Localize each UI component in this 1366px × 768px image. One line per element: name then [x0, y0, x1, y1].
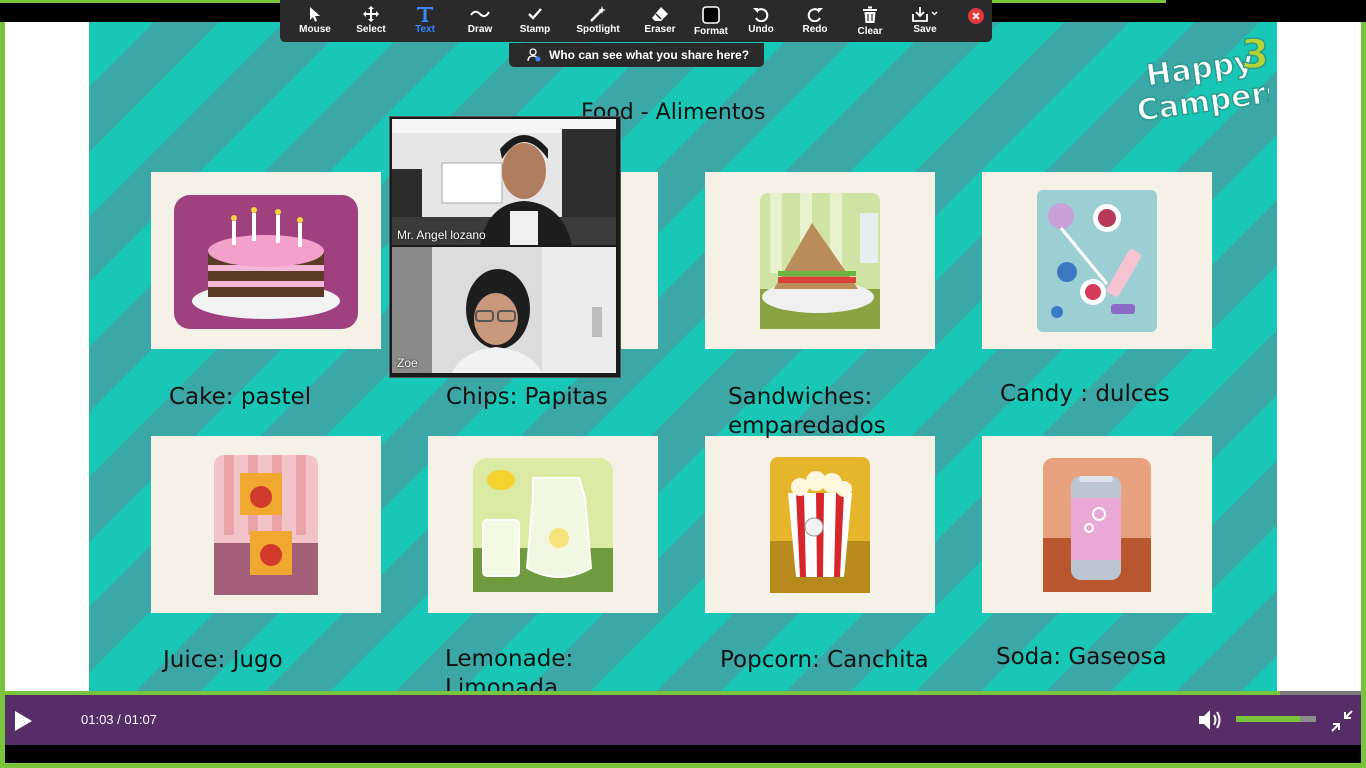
- tool-save[interactable]: Save: [904, 0, 946, 42]
- squiggle-draw-icon: [470, 10, 490, 18]
- cake-picture: [174, 194, 358, 329]
- close-annotation-button[interactable]: [968, 8, 984, 24]
- participant-name-teacher: Mr. Angel lozano: [397, 228, 486, 242]
- tool-redo-label: Redo: [802, 24, 828, 35]
- close-icon: [972, 12, 980, 20]
- tool-format-label: Format: [694, 26, 728, 37]
- tool-draw[interactable]: Draw: [458, 0, 502, 42]
- download-save-icon: [912, 7, 938, 22]
- food-card-cake: [151, 172, 381, 349]
- tool-mouse-label: Mouse: [299, 24, 331, 35]
- bottom-letterbox: [5, 745, 1361, 763]
- time-display: 01:03 / 01:07: [81, 712, 157, 727]
- exit-fullscreen-icon: [1331, 710, 1353, 732]
- food-label-cake: Cake: pastel: [169, 384, 312, 410]
- checkmark-stamp-icon: [528, 8, 542, 20]
- participant-video-student[interactable]: Zoe: [392, 247, 616, 373]
- magic-wand-icon: [590, 6, 606, 22]
- food-card-candy: [982, 172, 1212, 349]
- share-visibility-banner[interactable]: Who can see what you share here?: [509, 43, 764, 67]
- video-player-controls: 01:03 / 01:07: [5, 695, 1361, 745]
- tool-select-label: Select: [356, 24, 386, 35]
- tool-clear[interactable]: Clear: [848, 0, 892, 42]
- food-label-sandwiches: Sandwiches: emparedados: [728, 384, 886, 439]
- food-label-lemonade: Lemonade: Limonada: [445, 646, 574, 691]
- participant-video-panel[interactable]: Mr. Angel lozano Zoe: [389, 116, 621, 378]
- tool-stamp[interactable]: Stamp: [512, 0, 558, 42]
- candy-picture: [1037, 189, 1157, 332]
- food-card-juice: [151, 436, 381, 613]
- move-arrows-icon: [363, 6, 379, 22]
- food-label-popcorn: Popcorn: Canchita: [720, 647, 929, 673]
- exit-fullscreen-button[interactable]: [1331, 710, 1353, 732]
- juice-picture: [214, 454, 318, 595]
- tool-format[interactable]: Format: [690, 0, 732, 42]
- food-label-chips: Chips: Papitas: [446, 384, 608, 410]
- food-card-lemonade: [428, 436, 658, 613]
- participant-video-teacher[interactable]: Mr. Angel lozano: [392, 119, 616, 245]
- svg-text:3: 3: [1241, 32, 1269, 78]
- volume-level-fill: [1236, 716, 1300, 722]
- slide: Food - Alimentos Happy Campers 3 Cake: p…: [89, 22, 1277, 691]
- trash-icon: [863, 6, 877, 23]
- soda-picture: [1043, 457, 1151, 592]
- popcorn-picture: [770, 456, 870, 593]
- tool-eraser[interactable]: Eraser: [636, 0, 684, 42]
- happy-campers-logo: Happy Campers 3: [1134, 31, 1269, 126]
- text-t-icon: [417, 7, 433, 22]
- tool-undo-label: Undo: [748, 24, 774, 35]
- student-video-feed: [392, 247, 616, 373]
- participant-name-student: Zoe: [397, 356, 418, 370]
- annotation-toolbar: Mouse Select Text Draw Stamp Spotlight E…: [280, 0, 992, 42]
- tool-spotlight-label: Spotlight: [576, 24, 620, 35]
- tool-stamp-label: Stamp: [519, 24, 551, 35]
- video-stage: Food - Alimentos Happy Campers 3 Cake: p…: [5, 22, 1361, 691]
- food-label-candy: Candy : dulces: [1000, 381, 1170, 407]
- sandwich-picture: [760, 192, 880, 329]
- square-format-icon: [702, 6, 720, 24]
- tool-redo[interactable]: Redo: [794, 0, 836, 42]
- food-card-soda: [982, 436, 1212, 613]
- volume-slider[interactable]: [1236, 716, 1316, 722]
- play-icon: [15, 711, 32, 731]
- redo-arrow-icon: [807, 8, 823, 22]
- speaker-volume-icon: [1199, 710, 1221, 730]
- play-button[interactable]: [11, 709, 35, 733]
- tool-mouse[interactable]: Mouse: [292, 0, 338, 42]
- food-card-popcorn: [705, 436, 935, 613]
- tool-select[interactable]: Select: [346, 0, 396, 42]
- tool-save-label: Save: [913, 24, 937, 35]
- lemonade-picture: [473, 457, 613, 592]
- share-visibility-text: Who can see what you share here?: [549, 48, 750, 62]
- food-card-sandwich: [705, 172, 935, 349]
- food-label-soda: Soda: Gaseosa: [996, 644, 1167, 670]
- tool-spotlight[interactable]: Spotlight: [568, 0, 628, 42]
- person-visibility-icon: [527, 48, 541, 62]
- tool-text-label: Text: [415, 24, 435, 35]
- undo-arrow-icon: [753, 8, 769, 22]
- tool-undo[interactable]: Undo: [740, 0, 782, 42]
- teacher-video-feed: [392, 119, 616, 245]
- tool-eraser-label: Eraser: [644, 24, 676, 35]
- mute-button[interactable]: [1197, 707, 1225, 733]
- tool-clear-label: Clear: [857, 26, 883, 37]
- food-label-juice: Juice: Jugo: [163, 647, 283, 673]
- tool-text[interactable]: Text: [404, 0, 446, 42]
- eraser-icon: [652, 7, 668, 21]
- mouse-pointer-icon: [310, 7, 320, 22]
- tool-draw-label: Draw: [467, 24, 493, 35]
